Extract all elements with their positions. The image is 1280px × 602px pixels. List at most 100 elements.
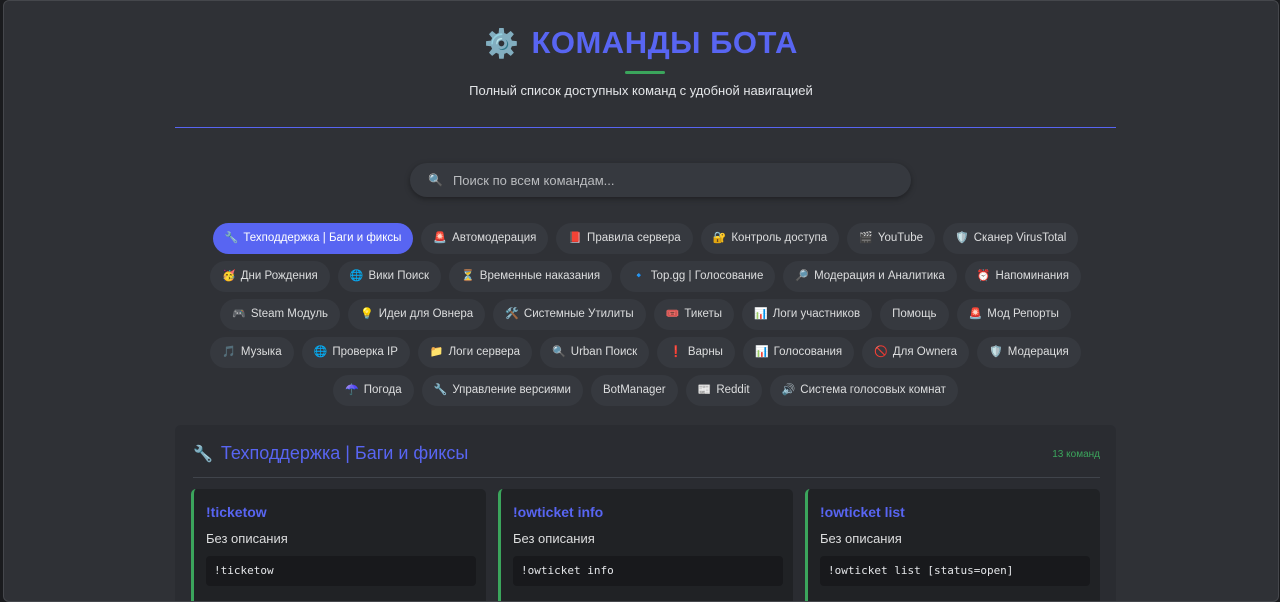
category-icon: 🔹 <box>632 270 646 282</box>
page-subtitle: Полный список доступных команд с удобной… <box>469 83 813 98</box>
category-label: Вики Поиск <box>368 270 430 282</box>
category-label: Временные наказания <box>479 270 601 282</box>
category-label: Для Ownera <box>892 346 958 358</box>
page-title: ⚙️ КОМАНДЫ БОТА <box>4 25 1278 61</box>
category-icon: 🎬 <box>859 232 873 244</box>
category-chip[interactable]: 🛠️ Системные Утилиты <box>493 299 646 330</box>
command-usage-code[interactable]: !owticket list [status=open] <box>820 556 1090 586</box>
category-icon: 🛡️ <box>989 346 1003 358</box>
title-accent-line <box>625 71 665 74</box>
category-label: Контроль доступа <box>731 232 828 244</box>
category-chip[interactable]: ⏰ Напоминания <box>964 261 1081 292</box>
category-chip[interactable]: 🔎 Модерация и Аналитика <box>783 261 957 292</box>
command-description: Без описания <box>206 531 288 546</box>
category-label: Логи сервера <box>448 346 521 358</box>
category-icon: 🎟️ <box>665 308 680 320</box>
command-name: !ticketow <box>206 504 267 520</box>
category-chip[interactable]: 🛡️ Сканер VirusTotal <box>943 223 1079 254</box>
category-label: Top.gg | Голосование <box>650 270 764 282</box>
category-icon: 🔧 <box>224 232 239 244</box>
category-icon: 🔐 <box>712 232 727 244</box>
category-chip[interactable]: 🌐 Вики Поиск <box>337 261 442 292</box>
category-chip[interactable]: 🎵 Музыка <box>210 337 294 368</box>
category-chip[interactable]: 📁 Логи сервера <box>417 337 533 368</box>
search-input[interactable] <box>450 171 875 189</box>
header-divider <box>175 127 1116 128</box>
category-list: 🔧 Техподдержка | Баги и фиксы 🚨 Автомодерац… <box>175 223 1116 406</box>
category-label: Напоминания <box>995 270 1069 282</box>
category-icon: 🚫 <box>874 346 888 358</box>
category-label: Тикеты <box>684 308 723 320</box>
category-label: Автомодерация <box>452 232 537 244</box>
category-label: Управление версиями <box>452 384 571 396</box>
category-chip[interactable]: ⏳ Временные наказания <box>449 261 613 292</box>
category-icon: 🌐 <box>349 270 364 282</box>
category-label: Steam Модуль <box>250 308 329 320</box>
category-label: BotManager <box>602 384 666 396</box>
category-icon: 🔧 <box>433 384 448 396</box>
search-icon: 🔍 <box>428 173 443 187</box>
category-icon: 💡 <box>360 308 374 320</box>
category-label: YouTube <box>877 232 924 244</box>
command-usage-code[interactable]: !owticket info <box>513 556 783 586</box>
category-chip[interactable]: 🔧 Управление версиями <box>421 375 583 406</box>
category-label: Модерация <box>1007 346 1069 358</box>
command-card[interactable]: !ticketow Без описания !ticketow <box>191 489 486 601</box>
category-chip[interactable]: 🔹 Top.gg | Голосование <box>620 261 776 292</box>
category-icon: 📁 <box>429 346 444 358</box>
category-label: Сканер VirusTotal <box>973 232 1067 244</box>
category-icon: 🔍 <box>552 346 566 358</box>
category-label: Музыка <box>240 346 282 358</box>
page-frame: ⚙️ КОМАНДЫ БОТА Полный список доступных … <box>3 0 1279 602</box>
command-count-badge: 13 команд <box>1052 449 1100 460</box>
category-icon: 🛡️ <box>955 232 969 244</box>
category-chip[interactable]: 🔍 Urban Поиск <box>540 337 650 368</box>
category-icon: 🔊 <box>781 384 796 396</box>
category-label: Система голосовых комнат <box>800 384 946 396</box>
category-chip[interactable]: 📰 Reddit <box>685 375 762 406</box>
category-chip[interactable]: 🛡️ Модерация <box>977 337 1081 368</box>
category-chip[interactable]: 🔐 Контроль доступа <box>700 223 840 254</box>
gear-icon: ⚙️ <box>484 27 520 59</box>
category-icon: 📊 <box>754 346 769 358</box>
category-icon: ⏰ <box>976 270 991 282</box>
command-card[interactable]: !owticket info Без описания !owticket in… <box>498 489 793 601</box>
wrench-icon: 🔧 <box>193 445 213 463</box>
category-icon: 📰 <box>697 384 712 396</box>
command-section: 🔧 Техподдержка | Баги и фиксы 13 команд … <box>175 425 1116 601</box>
category-chip[interactable]: ☂️ Погода <box>333 375 414 406</box>
category-chip[interactable]: ❗ Варны <box>657 337 735 368</box>
category-label: Голосования <box>773 346 843 358</box>
category-chip[interactable]: 🔊 Система голосовых комнат <box>769 375 958 406</box>
page-title-text: КОМАНДЫ БОТА <box>531 25 798 60</box>
category-label: Идеи для Овнера <box>378 308 474 320</box>
category-icon: 🛠️ <box>505 308 519 320</box>
category-chip[interactable]: 🚫 Для Ownera <box>862 337 970 368</box>
category-chip[interactable]: 🎬 YouTube <box>847 223 936 254</box>
category-chip[interactable]: 🎮 Steam Модуль <box>220 299 341 330</box>
category-chip[interactable]: Помощь <box>880 299 949 330</box>
category-chip[interactable]: 🌐 Проверка IP <box>301 337 410 368</box>
category-chip[interactable]: 📊 Голосования <box>742 337 855 368</box>
category-chip[interactable]: BotManager <box>590 375 678 406</box>
category-icon: 📊 <box>754 308 768 320</box>
category-chip[interactable]: 🥳 Дни Рождения <box>210 261 330 292</box>
category-label: Техподдержка | Баги и фиксы <box>243 232 402 244</box>
category-label: Помощь <box>892 308 937 320</box>
category-icon: 📕 <box>568 232 583 244</box>
category-label: Дни Рождения <box>240 270 318 282</box>
category-chip[interactable]: 💡 Идеи для Овнера <box>348 299 486 330</box>
search-bar[interactable]: 🔍 <box>410 163 911 197</box>
category-chip[interactable]: 🔧 Техподдержка | Баги и фиксы <box>212 223 414 254</box>
category-chip[interactable]: 📊 Логи участников <box>742 299 873 330</box>
category-chip[interactable]: 📕 Правила сервера <box>556 223 693 254</box>
category-chip[interactable]: 🎟️ Тикеты <box>653 299 735 330</box>
category-label: Мод Репорты <box>987 308 1059 320</box>
category-label: Urban Поиск <box>570 346 638 358</box>
category-chip[interactable]: 🚨 Мод Репорты <box>956 299 1071 330</box>
command-usage-code[interactable]: !ticketow <box>206 556 476 586</box>
command-description: Без описания <box>820 531 902 546</box>
command-card[interactable]: !owticket list Без описания !owticket li… <box>805 489 1100 601</box>
category-chip[interactable]: 🚨 Автомодерация <box>421 223 549 254</box>
category-label: Системные Утилиты <box>523 308 634 320</box>
